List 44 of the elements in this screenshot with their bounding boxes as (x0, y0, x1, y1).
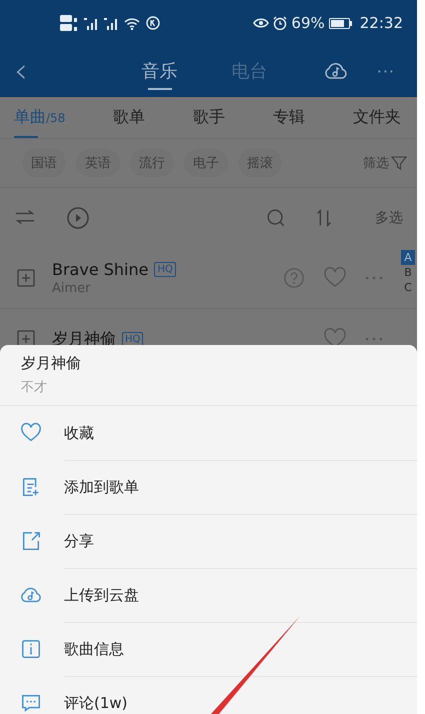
add-box-icon (16, 268, 36, 288)
index-letter[interactable]: B (401, 265, 415, 280)
alarm-icon (273, 16, 288, 30)
category-tab[interactable]: 单曲/58 (14, 97, 66, 138)
more-icon[interactable] (365, 337, 383, 341)
play-icon (66, 206, 90, 230)
hq-badge: HQ (154, 262, 176, 277)
category-tab[interactable]: 专辑 (273, 97, 306, 138)
clock-time: 22:32 (360, 14, 403, 32)
multi-select-button[interactable]: 多选 (375, 209, 403, 227)
sim-icon (60, 15, 78, 31)
song-title[interactable]: Brave Shine (52, 260, 148, 279)
nav-tab[interactable]: 音乐 (138, 46, 182, 96)
k-circle-icon (146, 16, 160, 30)
back-button[interactable]: ‹ (14, 54, 28, 88)
wifi-icon (124, 16, 140, 30)
battery-percent: 69% (291, 14, 325, 32)
category-tab[interactable]: 歌手 (193, 97, 226, 138)
menu-item[interactable]: 上传到云盘 (0, 568, 417, 622)
more-icon[interactable] (365, 276, 383, 280)
filter-icon (391, 155, 407, 171)
menu-item[interactable]: 添加到歌单 (0, 460, 417, 514)
menu-item[interactable]: 歌曲信息 (0, 622, 417, 676)
menu-item[interactable]: 分享 (0, 514, 417, 568)
category-tab[interactable]: 歌单 (113, 97, 146, 138)
share-icon (20, 530, 42, 552)
signal-icon (84, 16, 98, 30)
more-button[interactable]: ··· (370, 60, 401, 82)
menu-item[interactable]: 收藏 (0, 406, 417, 460)
search-icon (265, 207, 287, 229)
filter-button[interactable]: 筛选 (363, 154, 407, 172)
sheet-artist: 不才 (21, 379, 48, 396)
nav-tab[interactable]: 电台 (228, 46, 272, 96)
battery-icon (328, 18, 352, 28)
info-icon (20, 638, 42, 660)
category-tab[interactable]: 文件夹 (353, 97, 401, 138)
index-letter[interactable]: A (401, 250, 415, 265)
signal-icon (104, 16, 118, 30)
heart-icon (20, 422, 42, 444)
index-letter[interactable]: C (401, 280, 415, 295)
comment-icon (20, 692, 42, 714)
sheet-title: 岁月神偷 (21, 354, 82, 373)
eye-icon (253, 16, 270, 30)
menu-item[interactable]: 评论(1w) (0, 676, 417, 714)
